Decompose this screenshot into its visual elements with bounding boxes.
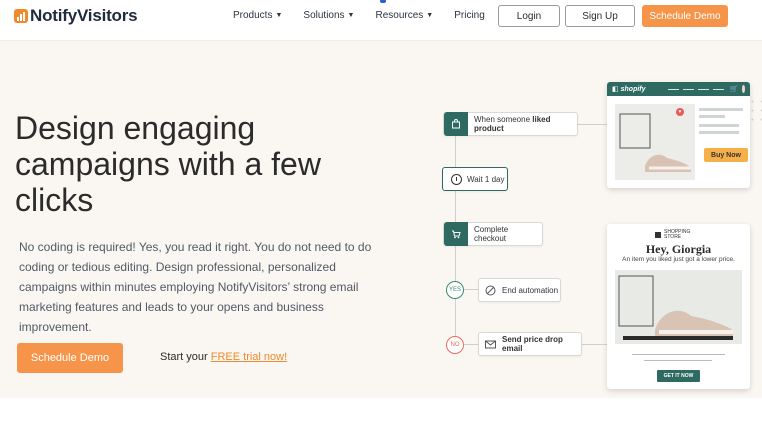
menu-solutions-label: Solutions [303,10,345,21]
menu-pricing[interactable]: Pricing [454,10,485,21]
logo-text: NotifyVisitors [30,6,138,25]
ban-icon [485,285,496,295]
schedule-demo-nav-button[interactable]: Schedule Demo [642,5,728,27]
bag-icon [444,112,468,136]
flow-connector [464,344,478,345]
logo-chart-icon [14,9,28,23]
flow-step-end-label: End automation [502,285,559,295]
flow-connector [578,124,608,125]
menu-solutions[interactable]: Solutions ▼ [303,10,354,21]
heart-icon: ♥ [676,108,684,116]
trial-text: Start your FREE trial now! [160,351,287,363]
shopify-bar: ◧ shopify 🛒 [607,82,750,96]
login-button[interactable]: Login [498,5,560,27]
flow-connector [464,289,478,290]
buy-now-button[interactable]: Buy Now [704,148,748,162]
email-text-placeholder [632,354,725,366]
menu-resources-label: Resources [375,10,424,21]
chevron-down-icon: ▼ [426,12,434,19]
shopify-brand: shopify [620,85,646,93]
flow-step-checkout: Complete checkout [443,222,543,246]
cart-icon: 🛒 [729,86,739,93]
store-brand: SHOPPING STORE [655,230,690,240]
shopify-product-card: ◧ shopify 🛒 ♥ Buy Now [607,82,750,188]
store-logo-icon [655,232,661,238]
flow-step-liked-product-label: When someone liked product [474,115,551,133]
hero-description: No coding is required! Yes, you read it … [19,240,372,334]
get-it-now-button[interactable]: GET IT NOW [657,370,700,382]
price-drop-email-card: SHOPPING STORE Hey, Giorgia An item you l… [607,224,750,389]
top-navbar: NotifyVisitors Products ▼ Solutions ▼ Re… [0,0,762,41]
flow-step-wait-label: Wait 1 day [467,174,505,184]
flow-step-end: End automation [478,278,561,302]
store-name: SHOPPING STORE [664,229,691,240]
no-badge: NO [446,336,464,354]
yes-badge: YES [446,281,464,299]
product-text-placeholder [699,108,743,138]
cart-icon [444,222,468,246]
logo[interactable]: NotifyVisitors [14,6,138,26]
email-subtitle: An item you liked just got a lower price… [622,256,735,263]
menu-products[interactable]: Products ▼ [233,10,282,21]
menu-pricing-label: Pricing [454,10,485,21]
menu-resources[interactable]: Resources ▼ [375,10,433,21]
signup-button[interactable]: Sign Up [565,5,635,27]
trial-prefix: Start your [160,351,211,363]
flow-step-checkout-label: Complete checkout [474,225,509,243]
email-greeting: Hey, Giorgia [645,242,712,256]
schedule-demo-hero-button[interactable]: Schedule Demo [17,343,123,373]
free-trial-link[interactable]: FREE trial now! [211,351,287,363]
avatar [742,85,745,93]
main-menu: Products ▼ Solutions ▼ Resources ▼ Prici… [233,10,485,21]
clock-icon [451,173,462,185]
chevron-down-icon: ▼ [347,12,355,19]
hero-headline: Design engaging campaigns with a few cli… [15,110,321,218]
shopify-bag-icon: ◧ [612,86,619,93]
shopify-nav-placeholder [667,88,724,90]
email-product-image [615,270,742,344]
flow-step-price-drop: Send price drop email [478,332,582,356]
flow-step-wait: Wait 1 day [442,167,508,191]
product-image [615,104,695,180]
mail-icon [485,340,496,348]
flow-connector [582,344,608,345]
flow-step-price-drop-label: Send price drop email [502,335,563,353]
chevron-down-icon: ▼ [275,12,283,19]
menu-products-label: Products [233,10,273,21]
indicator-dot [380,0,386,3]
flow-step-liked-product: When someone liked product [443,112,578,136]
